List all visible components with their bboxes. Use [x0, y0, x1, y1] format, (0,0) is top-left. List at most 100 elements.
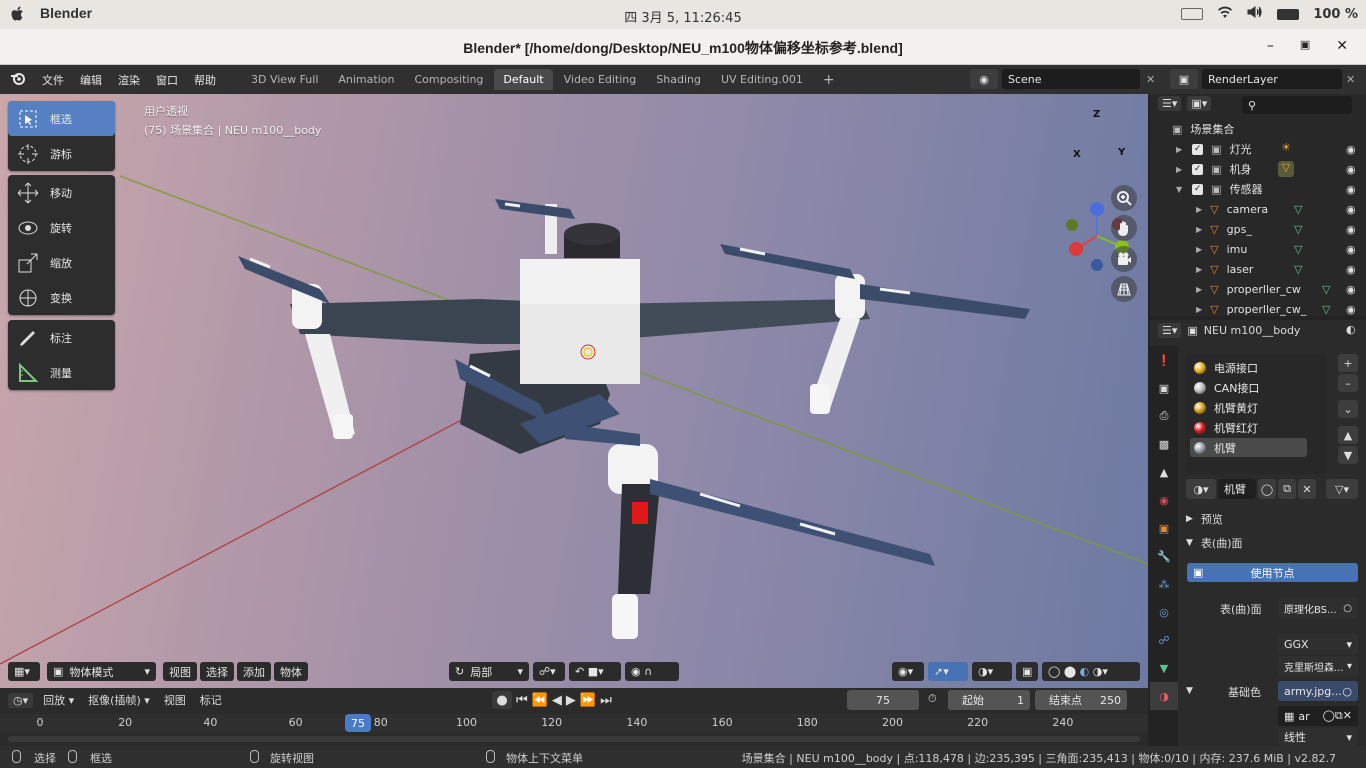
outliner-row[interactable]: ▶ ▽ laser ▽ ◉ — [1150, 259, 1366, 279]
material-browse-icon[interactable]: ◑▾ — [1186, 479, 1216, 499]
proportional-edit-icon[interactable]: ◉ ∩ — [625, 662, 679, 681]
outliner[interactable]: ☰▾ ▣▾ ⚲ ▣ 场景集合 ▶ ✓ ▣ 灯光 ☀ ◉ ▶ ✓ ▣ 机身 ▽ ◉ ▼ ✓ ▣ 传感器 ◉ ▶ ▽ cam… — [1150, 94, 1366, 316]
move-up-icon[interactable]: ▲ — [1338, 426, 1358, 444]
output-icon[interactable]: ⎙ — [1150, 402, 1178, 430]
material-name-field[interactable]: 机臂 — [1218, 479, 1256, 499]
outliner-row[interactable]: ▶ ✓ ▣ 机身 ▽ ◉ — [1150, 159, 1366, 179]
tool-cursor[interactable]: 游标 — [8, 136, 115, 171]
pin-icon[interactable]: ◐ — [1346, 323, 1356, 336]
tab-video-editing[interactable]: Video Editing — [555, 69, 646, 90]
material-slot[interactable]: 机臂红灯 — [1190, 418, 1307, 437]
menu-window[interactable]: 窗口 — [148, 72, 186, 88]
mesh-data-icon[interactable]: ▽ — [1294, 223, 1302, 236]
timeline-scrollbar[interactable] — [8, 736, 1140, 742]
outliner-row[interactable]: ▶ ▽ imu ▽ ◉ — [1150, 239, 1366, 259]
expand-right-icon[interactable]: ▶ — [1196, 245, 1202, 254]
battery-icon[interactable] — [1277, 8, 1300, 20]
menu-file[interactable]: 文件 — [34, 72, 72, 88]
play-icon[interactable]: ▶ — [566, 693, 576, 708]
expand-right-icon[interactable]: ▶ — [1196, 265, 1202, 274]
checkbox-icon[interactable]: ✓ — [1192, 143, 1204, 155]
pivot-icon[interactable]: ☍▾ — [533, 662, 565, 681]
playhead-frame[interactable]: 75 — [345, 714, 371, 732]
pan-hand-icon[interactable] — [1111, 215, 1137, 241]
outliner-row[interactable]: ▶ ▽ gps_ ▽ ◉ — [1150, 219, 1366, 239]
checkbox-icon[interactable]: ✓ — [1192, 183, 1204, 195]
surface-shader-field[interactable]: 原理化BS... ○ — [1278, 598, 1358, 618]
gizmo-x-label[interactable]: X — [1073, 149, 1081, 160]
3d-viewport[interactable]: Z X Y 用户透视 (75) 场景集合 | NEU m100__body 框选… — [0, 94, 1148, 688]
editor-type-button[interactable]: ▦▾ — [8, 662, 40, 681]
transform-orientation-select[interactable]: ↻ 局部 ▾ — [449, 662, 529, 681]
maximize-icon[interactable]: ▣ — [1300, 38, 1310, 54]
eye-icon[interactable]: ◉ — [1346, 163, 1356, 176]
outliner-display-mode-icon[interactable]: ▣▾ — [1187, 96, 1212, 111]
duplicate-material-icon[interactable]: ⧉ — [1278, 479, 1296, 499]
object-properties-icon[interactable]: ▣ — [1150, 514, 1178, 542]
keyboard-icon[interactable] — [1181, 8, 1204, 20]
render-layer-field[interactable]: RenderLayer — [1202, 69, 1342, 89]
xray-icon[interactable]: ▣ — [1016, 662, 1038, 681]
tool-box-select[interactable]: 框选 — [8, 101, 115, 136]
visibility-icon[interactable]: ◉▾ — [892, 662, 924, 681]
blender-logo-icon[interactable] — [10, 71, 26, 88]
base-color-chevron-icon[interactable]: ▼ — [1186, 686, 1193, 696]
expand-right-icon[interactable]: ▶ — [1196, 205, 1202, 214]
move-down-icon[interactable]: ▼ — [1338, 446, 1358, 464]
surface-panel-header[interactable]: ▼ 表(曲)面 — [1186, 535, 1243, 551]
material-icon[interactable]: ◑ — [1150, 682, 1178, 710]
prev-keyframe-icon[interactable]: ⏪ — [532, 693, 548, 708]
outliner-row[interactable]: ▶ ▽ properller_cw ▽ ◉ — [1150, 279, 1366, 299]
scene-field[interactable]: Scene — [1002, 69, 1140, 89]
close-icon[interactable]: ✕ — [1336, 38, 1348, 54]
current-frame-field[interactable]: 75 — [847, 690, 919, 710]
rendered-shading-icon[interactable]: ◑ — [1093, 665, 1103, 678]
mesh-data-icon[interactable]: ▽ — [1294, 243, 1302, 256]
menu-select[interactable]: 选择 — [200, 662, 234, 681]
preview-panel-header[interactable]: ▶ 预览 — [1186, 511, 1223, 527]
next-keyframe-icon[interactable]: ⏩ — [580, 693, 596, 708]
solid-shading-icon[interactable]: ⬤ — [1064, 665, 1076, 678]
tool-scale[interactable]: 缩放 — [8, 245, 115, 280]
outliner-row[interactable]: ▶ ▽ camera ▽ ◉ — [1150, 199, 1366, 219]
menu-edit[interactable]: 编辑 — [72, 72, 110, 88]
material-slot[interactable]: 机臂 — [1190, 438, 1307, 457]
tool-move[interactable]: 移动 — [8, 175, 115, 210]
image-datablock-field[interactable]: ▦ ar ◯⧉✕ — [1278, 706, 1358, 726]
eye-icon[interactable]: ◉ — [1346, 223, 1356, 236]
tab-3d-view-full[interactable]: 3D View Full — [242, 69, 327, 90]
frame-ruler[interactable]: 0 20 40 60 80 100 120 140 160 180 200 220 240 — [0, 714, 1148, 732]
outliner-search-input[interactable]: ⚲ — [1242, 96, 1352, 114]
material-shading-icon[interactable]: ◐ — [1080, 665, 1090, 678]
add-slot-icon[interactable]: + — [1338, 354, 1358, 372]
gizmo-z-label[interactable]: Z — [1093, 109, 1100, 120]
interpolation-select[interactable]: 线性 ▾ — [1278, 728, 1358, 746]
camera-view-icon[interactable] — [1111, 246, 1137, 272]
playback-menu[interactable]: 回放 ▾ — [39, 692, 78, 708]
render-layer-close-icon[interactable]: ✕ — [1346, 73, 1355, 86]
physics-icon[interactable]: ◎ — [1150, 598, 1178, 626]
expand-right-icon[interactable]: ▶ — [1176, 145, 1182, 154]
snap-icon[interactable]: ↶ ■▾ — [569, 662, 621, 681]
wifi-icon[interactable] — [1217, 5, 1233, 23]
mesh-data-icon[interactable]: ▽ — [1322, 303, 1330, 316]
outliner-row[interactable]: ▶ ✓ ▣ 灯光 ☀ ◉ — [1150, 139, 1366, 159]
tab-uv-editing[interactable]: UV Editing.001 — [712, 69, 812, 90]
scene-browse-icon[interactable]: ◉ — [970, 69, 998, 89]
tab-compositing[interactable]: Compositing — [405, 69, 492, 90]
gizmo-y-label[interactable]: Y — [1118, 147, 1125, 158]
volume-icon[interactable] — [1247, 5, 1263, 23]
record-icon[interactable]: ● — [492, 691, 512, 709]
eye-icon[interactable]: ◉ — [1346, 283, 1356, 296]
tool-transform[interactable]: 变换 — [8, 280, 115, 315]
image-actions-icon[interactable]: ◯⧉✕ — [1323, 709, 1352, 723]
expand-right-icon[interactable]: ▶ — [1196, 285, 1202, 294]
base-color-texture-field[interactable]: army.jpg... ○ — [1278, 681, 1358, 701]
gizmo-toggle-icon[interactable]: ➚▾ — [928, 662, 968, 681]
link-type-icon[interactable]: ▽▾ — [1326, 479, 1358, 499]
mode-select[interactable]: ▣ 物体模式 ▾ — [47, 662, 156, 681]
eye-icon[interactable]: ◉ — [1346, 263, 1356, 276]
wireframe-shading-icon[interactable]: ◯ — [1048, 665, 1060, 678]
tool-annotate[interactable]: 标注 — [8, 320, 115, 355]
jump-end-icon[interactable]: ⏭ — [600, 693, 612, 708]
